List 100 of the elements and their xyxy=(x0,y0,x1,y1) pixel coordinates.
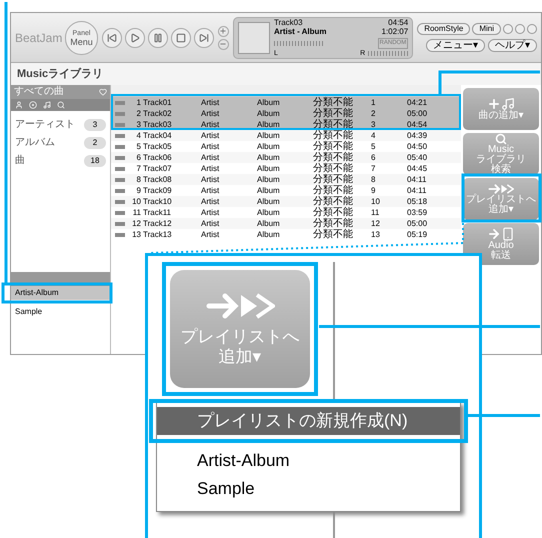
genre-cell-text: 分類不能 xyxy=(313,164,354,174)
track-row[interactable]: 12 Track12 Artist Album 分類不能 12 05:00 xyxy=(111,218,461,229)
track-row[interactable]: 1 Track01 Artist Album 分類不能 1 04:21 xyxy=(111,97,461,108)
duration-cell-text: 04:11 xyxy=(407,174,428,184)
menu-item[interactable]: Artist-Album xyxy=(157,447,460,475)
album-cell-text: Album xyxy=(257,218,281,228)
track-time: 04:54 xyxy=(388,18,408,26)
arrow-forward-icon xyxy=(488,183,514,195)
stop-icon xyxy=(176,32,186,42)
track-no-cell-text: 8 xyxy=(371,174,376,184)
album-cell-text: Album xyxy=(257,230,281,240)
duration-cell-text: 05:18 xyxy=(407,196,428,206)
track-no-cell-text: 11 xyxy=(371,208,380,218)
window-mode-button[interactable]: Mini xyxy=(472,23,501,35)
duration-cell-text: 04:50 xyxy=(407,142,428,152)
track-title: Track03 xyxy=(274,18,303,26)
track-row[interactable]: 4 Track04 Artist Album 分類不能 4 04:39 xyxy=(111,130,461,141)
next-icon xyxy=(198,32,209,42)
stat-count: 3 xyxy=(84,118,106,130)
transport-button[interactable] xyxy=(124,28,145,48)
track-row[interactable]: 5 Track05 Artist Album 分類不能 5 04:50 xyxy=(111,141,461,152)
track-number: 9 xyxy=(136,186,141,196)
stat-label: 曲 xyxy=(15,154,25,168)
artist-cell-text: Artist xyxy=(201,174,220,184)
genre-cell-text: 分類不能 xyxy=(313,142,354,152)
genre-cell-text: 分類不能 xyxy=(313,196,354,206)
track-title: Track06 xyxy=(142,152,173,162)
track-title: Track07 xyxy=(142,164,173,174)
track-number: 3 xyxy=(136,120,141,130)
track-no-cell-text: 7 xyxy=(371,164,376,174)
menu-item[interactable]: Sample xyxy=(157,475,460,503)
album-art-placeholder xyxy=(238,22,270,54)
search-icon[interactable] xyxy=(57,101,65,109)
album-cell-text: Album xyxy=(257,130,281,140)
disc-icon[interactable] xyxy=(29,101,37,109)
volume-down-button[interactable] xyxy=(218,38,229,50)
album-cell-text: Album xyxy=(257,186,281,196)
artist-cell-text: Artist xyxy=(201,98,220,108)
stat-label: アルバム xyxy=(15,136,55,150)
menu-item[interactable]: プレイリストの新規作成(N) xyxy=(157,407,460,435)
track-title: Track02 xyxy=(142,108,173,118)
duration-cell-text: 05:19 xyxy=(407,230,428,240)
play-icon xyxy=(130,32,140,42)
track-number: 4 xyxy=(136,130,141,140)
volume-up-button[interactable] xyxy=(218,26,229,36)
track-row[interactable]: 13 Track13 Artist Album 分類不能 13 05:19 xyxy=(111,229,461,240)
transport-button[interactable] xyxy=(102,28,122,48)
artist-cell-text: Artist xyxy=(201,208,220,218)
genre-cell-text: 分類不能 xyxy=(313,130,354,140)
music-note-icon[interactable] xyxy=(43,101,51,109)
track-number: 5 xyxy=(136,142,141,152)
track-row[interactable]: 11 Track11 Artist Album 分類不能 11 03:59 xyxy=(111,207,461,218)
genre-cell-text: 分類不能 xyxy=(313,186,354,196)
album-cell-text: Album xyxy=(257,120,281,130)
person-icon[interactable] xyxy=(15,101,23,109)
album-cell-text: Album xyxy=(257,196,281,206)
track-title: Track01 xyxy=(142,98,173,108)
track-row[interactable]: 6 Track06 Artist Album 分類不能 6 05:40 xyxy=(111,152,461,163)
track-number: 6 xyxy=(136,152,141,162)
duration-cell-text: 04:21 xyxy=(407,98,428,108)
album-cell-text: Album xyxy=(257,152,281,162)
menu-button[interactable]: ヘルプ▾ xyxy=(488,39,537,52)
all-songs-label: すべての曲 xyxy=(14,87,64,97)
transport-button[interactable] xyxy=(170,28,191,48)
level-meter xyxy=(368,50,408,56)
track-no-cell-text: 5 xyxy=(371,142,376,152)
artist-cell-text: Artist xyxy=(201,196,220,206)
duration-cell-text: 05:00 xyxy=(407,218,428,228)
track-title: Track05 xyxy=(142,142,173,152)
track-no-cell-text: 12 xyxy=(371,218,381,228)
track-row[interactable]: 2 Track02 Artist Album 分類不能 2 05:00 xyxy=(111,108,461,119)
track-no-cell-text: 2 xyxy=(371,108,376,118)
transport-button[interactable] xyxy=(148,28,168,48)
artist-cell-text: Artist xyxy=(201,108,220,118)
track-row[interactable]: 7 Track07 Artist Album 分類不能 7 04:45 xyxy=(111,163,461,174)
track-no-cell-text: 13 xyxy=(371,230,381,240)
genre-cell-text: 分類不能 xyxy=(313,230,354,240)
track-row[interactable]: 10 Track10 Artist Album 分類不能 10 05:18 xyxy=(111,196,461,207)
transfer-device-icon xyxy=(487,227,515,241)
duration-cell-text: 03:59 xyxy=(407,208,428,218)
genre-cell-text: 分類不能 xyxy=(313,218,354,228)
duration-cell-text: 04:45 xyxy=(407,164,428,174)
track-row[interactable]: 9 Track09 Artist Album 分類不能 9 04:11 xyxy=(111,185,461,196)
app-logo: BeatJam xyxy=(15,30,61,46)
duration-cell-text: 04:54 xyxy=(407,120,428,130)
track-row[interactable]: 8 Track08 Artist Album 分類不能 8 04:11 xyxy=(111,174,461,185)
arrow-forward-icon xyxy=(205,291,275,321)
track-title: Track04 xyxy=(142,130,173,140)
track-number: 2 xyxy=(136,108,141,118)
track-title: Track08 xyxy=(142,174,173,184)
track-title: Track11 xyxy=(142,208,172,218)
playlist-item[interactable]: Sample xyxy=(11,305,110,319)
transport-button[interactable] xyxy=(194,28,214,48)
genre-cell-text: 分類不能 xyxy=(313,120,354,130)
album-cell-text: Album xyxy=(257,98,281,108)
previous-icon xyxy=(106,32,117,42)
playlist-item[interactable]: Artist-Album xyxy=(11,286,110,300)
menu-button[interactable]: メニュー▾ xyxy=(426,39,485,52)
genre-cell-text: 分類不能 xyxy=(313,174,354,184)
window-mode-button[interactable]: RoomStyle xyxy=(417,23,470,35)
